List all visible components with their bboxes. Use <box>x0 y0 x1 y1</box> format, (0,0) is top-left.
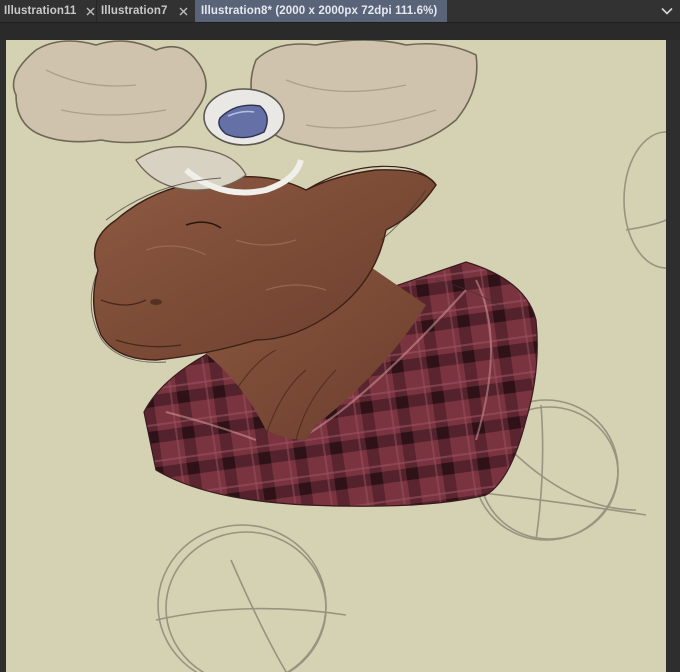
close-icon[interactable] <box>86 5 95 17</box>
tab-bar-spacer <box>447 0 654 22</box>
tab-illustration7[interactable]: Illustration7 <box>97 0 195 22</box>
canvas-top-margin <box>0 23 680 40</box>
tab-label: Illustration8* (2000 x 2000px 72dpi 111.… <box>201 5 438 17</box>
moose-illustration <box>12 40 666 672</box>
vertical-scrollbar[interactable] <box>666 40 680 672</box>
chevron-down-icon[interactable] <box>654 0 680 22</box>
close-icon[interactable] <box>177 5 189 17</box>
tab-label: Illustration7 <box>101 5 168 17</box>
tab-illustration11[interactable]: Illustration11 <box>0 0 96 22</box>
tab-label: Illustration11 <box>4 5 77 17</box>
tab-illustration8[interactable]: Illustration8* (2000 x 2000px 72dpi 111.… <box>195 0 447 22</box>
app-window: Illustration11 Illustration7 Illustratio… <box>0 0 680 672</box>
drawing-canvas[interactable] <box>6 40 666 672</box>
document-tab-bar: Illustration11 Illustration7 Illustratio… <box>0 0 680 23</box>
